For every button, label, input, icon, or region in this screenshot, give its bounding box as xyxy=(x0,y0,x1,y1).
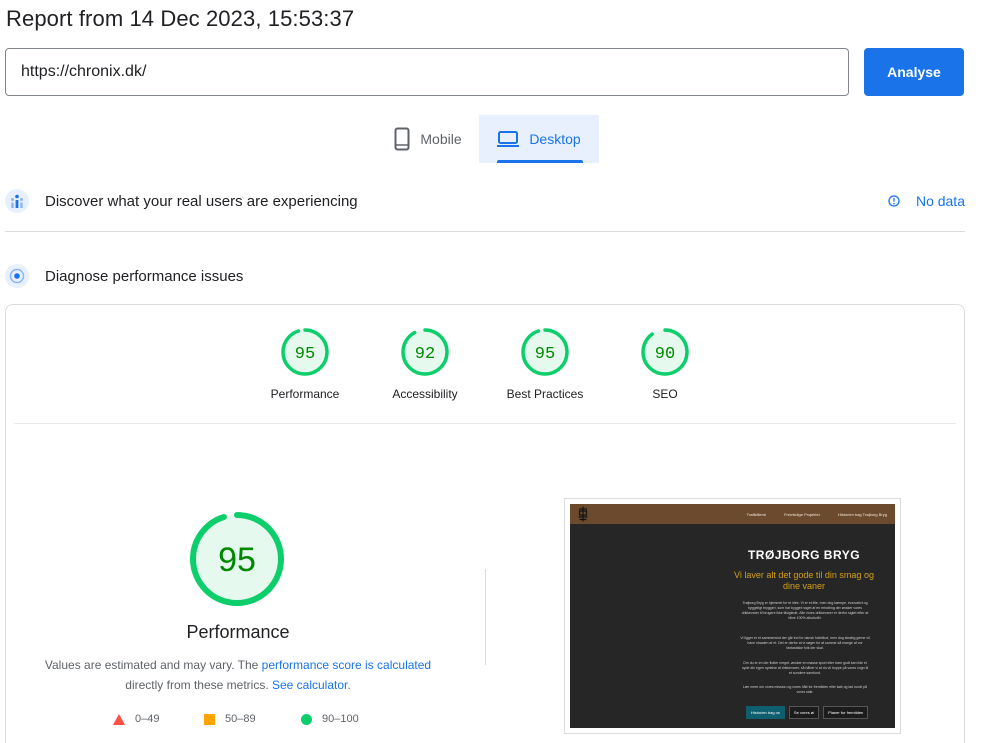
score-value: 95 xyxy=(535,345,555,364)
score-ring: 95 xyxy=(521,328,569,376)
real-users-title: Discover what your real users are experi… xyxy=(45,192,358,210)
page-screenshot: Trafikfilene Fremtidige Projekter Histor… xyxy=(564,498,901,734)
diagnose-section: Diagnose performance issues xyxy=(5,263,965,289)
no-data-label: No data xyxy=(915,193,965,209)
note-suffix: . xyxy=(347,678,351,692)
screenshot-page: Trafikfilene Fremtidige Projekter Histor… xyxy=(570,504,895,728)
legend-fail-label: 0–49 xyxy=(135,713,160,725)
score-value: 92 xyxy=(415,345,435,364)
score-gauge-performance[interactable]: 95 Performance xyxy=(245,327,365,401)
score-label: Accessibility xyxy=(392,387,458,401)
screenshot-nav: Trafikfilene Fremtidige Projekter Histor… xyxy=(570,504,895,524)
desktop-monitor-icon xyxy=(497,131,520,147)
selected-tab-indicator xyxy=(497,160,583,163)
diagnose-title: Diagnose performance issues xyxy=(45,267,244,285)
score-calculated-link[interactable]: performance score is calculated xyxy=(262,658,431,672)
tab-mobile[interactable]: Mobile xyxy=(377,115,479,163)
screenshot-button: Historien bag os xyxy=(746,706,785,719)
diagnose-lab-icon xyxy=(5,264,29,288)
tab-mobile-label: Mobile xyxy=(420,131,462,147)
screenshot-paragraph: Om du er en der flotter meget, ønsker en… xyxy=(741,661,869,675)
brewery-logo-icon xyxy=(578,506,588,522)
note-prefix: Values are estimated and may vary. The xyxy=(44,658,262,672)
screenshot-button: Planer for fremtiden xyxy=(823,706,869,719)
legend-pass: 90–100 xyxy=(301,713,359,725)
score-gauge-best-practices[interactable]: 95 Best Practices xyxy=(485,327,605,401)
section-divider xyxy=(5,231,965,232)
score-ring: 95 xyxy=(281,328,329,376)
screenshot-paragraph: Lær mere om vores mission og vores håb f… xyxy=(743,685,867,694)
screenshot-paragraph: Trøjborg Bryg er hjemmet for et idée. Vi… xyxy=(741,601,869,620)
screenshot-paragraph: Vi ligger er et sammenslut der går ind f… xyxy=(740,636,870,650)
lab-results-card: 95 Performance 92 Accessibility 95 Best … xyxy=(5,304,965,743)
green-circle-icon xyxy=(301,713,312,725)
score-label: SEO xyxy=(652,387,678,401)
score-gauge-seo[interactable]: 90 SEO xyxy=(605,327,725,401)
legend-average-label: 50–89 xyxy=(225,713,256,725)
legend-fail: 0–49 xyxy=(113,713,159,725)
performance-heading: Performance xyxy=(186,622,290,642)
tab-desktop[interactable]: Desktop xyxy=(479,115,599,163)
card-divider xyxy=(14,423,956,424)
legend-average: 50–89 xyxy=(204,713,256,725)
real-users-section: Discover what your real users are experi… xyxy=(5,188,965,214)
performance-score-gauge: 95 xyxy=(190,512,284,606)
info-icon xyxy=(888,195,900,207)
screenshot-button: Se vores øl xyxy=(788,706,820,719)
analyse-button[interactable]: Analyse xyxy=(864,48,964,96)
no-data-link[interactable]: No data xyxy=(888,193,965,209)
screenshot-buttons: Historien bag os Se vores øl Planer for … xyxy=(746,706,872,719)
performance-score-value: 95 xyxy=(218,541,256,579)
score-label: Performance xyxy=(270,387,340,401)
score-label: Best Practices xyxy=(506,387,584,401)
score-value: 95 xyxy=(295,345,315,364)
screenshot-heading: TRØJBORG BRYG xyxy=(747,548,861,562)
report-title: Report from 14 Dec 2023, 15:53:37 xyxy=(6,6,355,31)
orange-square-icon xyxy=(204,713,215,725)
users-chart-icon xyxy=(5,189,29,213)
mobile-phone-icon xyxy=(394,127,410,151)
screenshot-nav-item: Trafikfilene xyxy=(746,511,767,517)
score-value: 90 xyxy=(655,345,675,364)
legend-pass-label: 90–100 xyxy=(322,713,359,725)
vertical-separator xyxy=(485,569,486,665)
score-ring: 90 xyxy=(641,328,689,376)
url-input[interactable] xyxy=(5,48,849,96)
screenshot-nav-item: Historien bag Trøjborg Bryg xyxy=(838,511,887,517)
note-middle: directly from these metrics. xyxy=(125,678,272,692)
tab-desktop-label: Desktop xyxy=(529,131,581,147)
performance-note: Values are estimated and may vary. The p… xyxy=(6,655,470,695)
score-gauge-accessibility[interactable]: 92 Accessibility xyxy=(365,327,485,401)
screenshot-subheading: Vi laver alt det gode til din smag og di… xyxy=(734,570,874,591)
red-triangle-icon xyxy=(113,713,125,725)
screenshot-nav-item: Fremtidige Projekter xyxy=(784,511,821,517)
see-calculator-link[interactable]: See calculator xyxy=(272,678,347,692)
score-ring: 92 xyxy=(401,328,449,376)
